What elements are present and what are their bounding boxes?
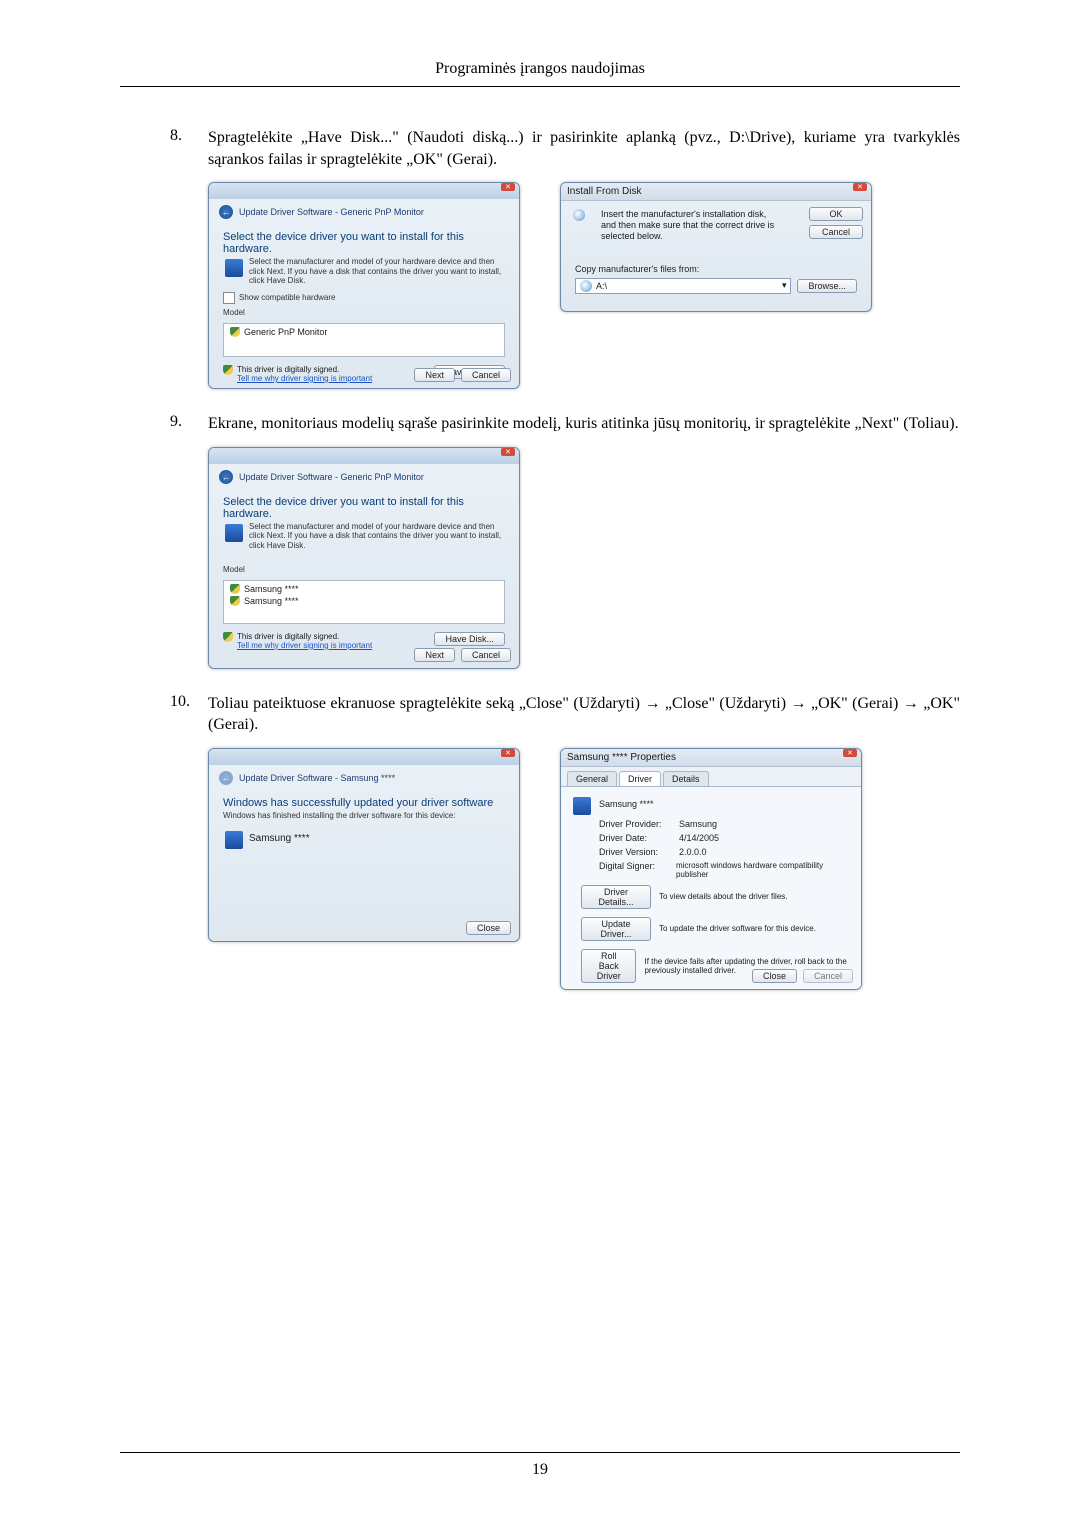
close-icon[interactable]: ✕ [853,183,867,191]
provider-label: Driver Provider: [599,819,679,829]
device-icon [573,797,591,815]
back-icon[interactable]: ← [219,470,233,484]
digitally-signed-label: This driver is digitally signed. [237,365,372,374]
version-value: 2.0.0.0 [679,847,707,857]
model-label: Model [209,563,519,576]
update-driver-button[interactable]: Update Driver... [581,917,651,941]
install-from-disk-dialog: Install From Disk ✕ Insert the manufactur… [560,182,872,312]
path-value: A:\ [596,281,607,291]
update-success-dialog: ✕ ← Update Driver Software - Samsung ***… [208,748,520,942]
disk-icon [573,209,585,221]
back-icon: ← [219,771,233,785]
device-name: Samsung **** [599,799,851,809]
device-name: Samsung **** [223,833,505,844]
update-driver-dialog-2: ✕ ← Update Driver Software - Generic PnP… [208,447,520,669]
close-icon[interactable]: ✕ [843,749,857,757]
device-icon [225,259,243,277]
device-icon [225,524,243,542]
show-compatible-checkbox[interactable] [223,292,235,304]
path-field[interactable]: A:\▾ [575,278,791,294]
list-item[interactable]: Samsung **** [226,595,502,607]
close-icon[interactable]: ✕ [501,183,515,191]
disk-icon [580,280,592,292]
cancel-button[interactable]: Cancel [461,648,511,662]
step9-number: 9. [170,413,208,435]
page-header: Programinės įrangos naudojimas [120,60,960,87]
browse-button[interactable]: Browse... [797,279,857,293]
date-value: 4/14/2005 [679,833,719,843]
shield-icon [230,327,240,337]
dialog4-title: Windows has successfully updated your dr… [209,791,519,811]
dialog3-title: Select the device driver you want to ins… [209,490,519,522]
cancel-button: Cancel [803,969,853,983]
next-button[interactable]: Next [414,648,455,662]
dialog5-title: Samsung **** Properties [567,752,676,763]
step10-text: Toliau pateiktuose ekranuose spragtelėki… [208,693,960,736]
cancel-button[interactable]: Cancel [461,368,511,382]
dialog4-hint: Windows has finished installing the driv… [209,811,519,825]
model-label: Model [209,306,519,319]
back-icon[interactable]: ← [219,205,233,219]
signer-label: Digital Signer: [599,861,676,879]
cancel-button[interactable]: Cancel [809,225,863,239]
signing-info-link[interactable]: Tell me why driver signing is important [237,374,372,383]
step10-number: 10. [170,693,208,736]
roll-back-button[interactable]: Roll Back Driver [581,949,636,983]
list-item-label: Samsung **** [244,584,299,594]
dialog1-hint: Select the manufacturer and model of you… [209,257,519,290]
list-item-label: Generic PnP Monitor [244,327,327,337]
tab-general[interactable]: General [567,771,617,786]
driver-details-button[interactable]: Driver Details... [581,885,651,909]
close-icon[interactable]: ✕ [501,448,515,456]
dialog2-title: Install From Disk [567,186,641,197]
dialog2-message: Insert the manufacturer's installation d… [601,209,781,241]
shield-icon [223,365,233,375]
shield-icon [223,632,233,642]
dialog4-breadcrumb: Update Driver Software - Samsung **** [239,773,395,783]
signing-info-link[interactable]: Tell me why driver signing is important [237,641,372,650]
dialog3-hint: Select the manufacturer and model of you… [209,522,519,555]
close-button[interactable]: Close [466,921,511,935]
list-item[interactable]: Samsung **** [226,583,502,595]
properties-dialog: Samsung **** Properties ✕ General Driver … [560,748,862,990]
dialog3-breadcrumb: Update Driver Software - Generic PnP Mon… [239,472,424,482]
next-button[interactable]: Next [414,368,455,382]
step8-number: 8. [170,127,208,170]
dialog1-title: Select the device driver you want to ins… [209,225,519,257]
step9-text: Ekrane, monitoriaus modelių sąraše pasir… [208,413,960,435]
date-label: Driver Date: [599,833,679,843]
device-icon [225,831,243,849]
update-driver-desc: To update the driver software for this d… [659,924,816,933]
page-number: 19 [532,1461,548,1478]
update-driver-dialog-1: ✕ ← Update Driver Software - Generic PnP… [208,182,520,389]
version-label: Driver Version: [599,847,679,857]
step8-text: Spragtelėkite „Have Disk..." (Naudoti di… [208,127,960,170]
list-item[interactable]: Generic PnP Monitor [226,326,502,338]
list-item-label: Samsung **** [244,596,299,606]
digitally-signed-label: This driver is digitally signed. [237,632,372,641]
tab-details[interactable]: Details [663,771,709,786]
provider-value: Samsung [679,819,717,829]
show-compatible-label: Show compatible hardware [239,293,336,302]
dialog1-breadcrumb: Update Driver Software - Generic PnP Mon… [239,207,424,217]
signer-value: microsoft windows hardware compatibility… [676,861,851,879]
driver-details-desc: To view details about the driver files. [659,892,788,901]
close-button[interactable]: Close [752,969,797,983]
ok-button[interactable]: OK [809,207,863,221]
have-disk-button[interactable]: Have Disk... [434,632,505,646]
close-icon[interactable]: ✕ [501,749,515,757]
tab-driver[interactable]: Driver [619,771,661,786]
copy-from-label: Copy manufacturer's files from: [561,262,871,276]
shield-icon [230,584,240,594]
shield-icon [230,596,240,606]
